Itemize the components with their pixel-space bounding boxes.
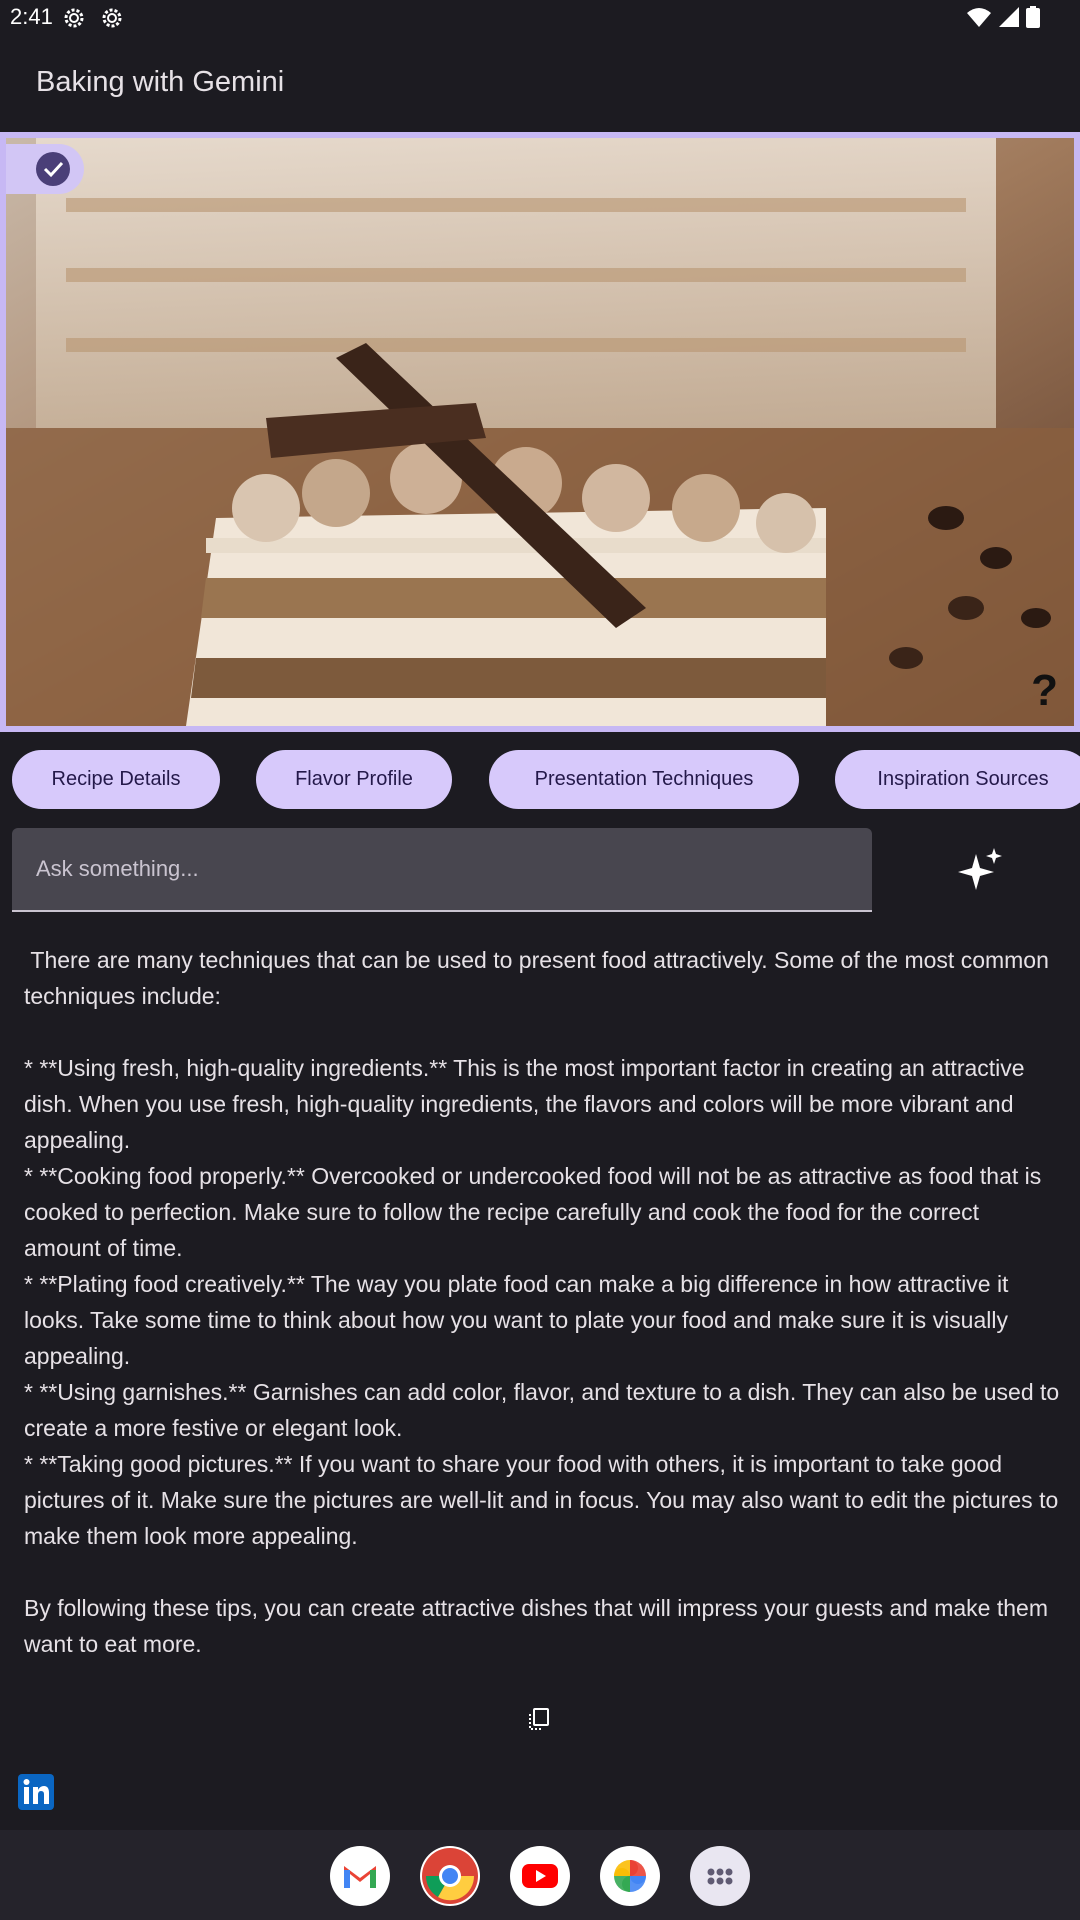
selected-image-card[interactable]: ? xyxy=(0,132,1080,732)
help-icon[interactable]: ? xyxy=(1031,666,1058,716)
signal-icon xyxy=(999,7,1019,27)
selected-toggle[interactable] xyxy=(6,144,84,194)
dock xyxy=(0,1830,1080,1920)
app-title: Baking with Gemini xyxy=(36,66,285,98)
chip-flavor-profile[interactable]: Flavor Profile xyxy=(256,750,452,809)
ask-input[interactable]: Ask something... xyxy=(12,828,872,912)
photos-icon[interactable] xyxy=(600,1846,660,1906)
chip-presentation-techniques[interactable]: Presentation Techniques xyxy=(489,750,799,809)
chip-inspiration-sources[interactable]: Inspiration Sources xyxy=(835,750,1080,809)
checkmark-icon xyxy=(43,161,64,178)
cake-photo xyxy=(6,138,1074,726)
chip-recipe-details[interactable]: Recipe Details xyxy=(12,750,220,809)
youtube-icon[interactable] xyxy=(510,1846,570,1906)
status-time: 2:41 xyxy=(10,4,53,29)
battery-icon xyxy=(1026,6,1040,28)
app-bar: Baking with Gemini xyxy=(0,36,1080,132)
status-bar: 2:41 xyxy=(0,0,1080,36)
wifi-icon xyxy=(967,8,991,27)
linkedin-icon[interactable] xyxy=(18,1774,54,1810)
chrome-icon[interactable] xyxy=(420,1846,480,1906)
copy-icon[interactable] xyxy=(528,1708,550,1730)
app-drawer-icon[interactable] xyxy=(690,1846,750,1906)
check-circle xyxy=(36,152,70,186)
response-text: There are many techniques that can be us… xyxy=(24,947,1060,1657)
settings-gear-icon xyxy=(64,8,84,28)
settings-gear-icon xyxy=(102,8,122,28)
ask-placeholder: Ask something... xyxy=(36,856,199,881)
gmail-icon[interactable] xyxy=(330,1846,390,1906)
sparkle-send-icon[interactable] xyxy=(958,846,1006,894)
suggestion-chips: Recipe Details Flavor Profile Presentati… xyxy=(0,750,1080,810)
